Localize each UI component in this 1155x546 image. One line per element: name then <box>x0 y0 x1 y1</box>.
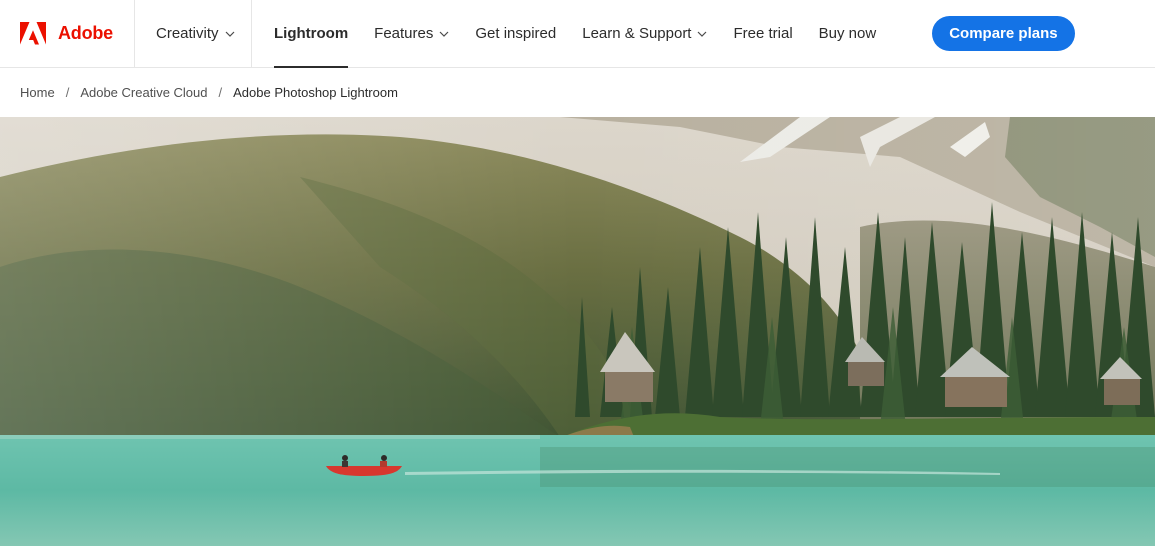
nav-creativity-menu[interactable]: Creativity <box>135 0 252 68</box>
compare-plans-button[interactable]: Compare plans <box>932 16 1075 51</box>
breadcrumb-separator: / <box>218 84 223 100</box>
lake-landscape-illustration <box>0 117 1155 546</box>
breadcrumb: Home / Adobe Creative Cloud / Adobe Phot… <box>0 68 1155 116</box>
chevron-down-icon <box>439 31 449 37</box>
breadcrumb-creative-cloud[interactable]: Adobe Creative Cloud <box>80 85 207 100</box>
global-nav: Adobe Creativity Lightroom Features Get … <box>0 0 1155 68</box>
nav-creativity-label: Creativity <box>156 25 219 42</box>
product-nav: Lightroom Features Get inspired Learn & … <box>252 0 1075 68</box>
nav-lightroom[interactable]: Lightroom <box>274 0 349 68</box>
breadcrumb-home[interactable]: Home <box>20 85 55 100</box>
breadcrumb-separator: / <box>65 84 70 100</box>
brand-name: Adobe <box>58 23 113 43</box>
chevron-down-icon <box>225 31 234 37</box>
chevron-down-icon <box>698 31 707 37</box>
breadcrumb-current-page: Adobe Photoshop Lightroom <box>233 84 398 100</box>
nav-features-label: Features <box>374 25 434 42</box>
nav-buy-now[interactable]: Buy now <box>819 0 877 68</box>
nav-learn-support-label: Learn & Support <box>582 25 692 42</box>
hero-image <box>0 117 1155 546</box>
adobe-brand-link[interactable]: Adobe <box>0 0 135 68</box>
adobe-logo-icon <box>20 21 46 44</box>
nav-free-trial[interactable]: Free trial <box>733 0 792 68</box>
nav-learn-support-menu[interactable]: Learn & Support <box>582 0 707 68</box>
nav-get-inspired[interactable]: Get inspired <box>475 0 556 68</box>
nav-features-menu[interactable]: Features <box>374 0 449 68</box>
